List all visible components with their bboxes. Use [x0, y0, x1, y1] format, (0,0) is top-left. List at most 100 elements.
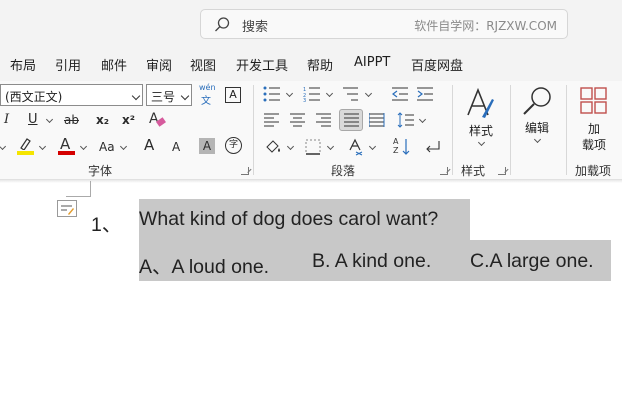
chevron-down-icon[interactable] — [285, 89, 294, 98]
grow-font-button[interactable]: A — [144, 137, 154, 153]
chevron-down-icon[interactable] — [418, 115, 427, 124]
line-spacing-icon[interactable] — [397, 112, 415, 128]
anchor-icon[interactable] — [57, 200, 77, 217]
option-a[interactable]: A、A loud one. — [139, 250, 269, 279]
anchor-connector — [90, 181, 91, 197]
chevron-down-icon — [477, 138, 486, 147]
ribbon: (西文正文) 三号 wén 文 A I U ab x₂ x² A A Aa A … — [0, 81, 622, 180]
clear-formatting-button[interactable]: A — [148, 110, 168, 130]
strikethrough-button[interactable]: ab — [64, 112, 79, 128]
tab-mailings[interactable]: 邮件 — [101, 55, 127, 74]
font-color-button[interactable]: A — [57, 135, 77, 156]
paragraph-group-label: 段落 — [331, 164, 356, 178]
underline-button[interactable]: U — [28, 112, 38, 128]
character-border-button[interactable]: A — [225, 87, 241, 103]
numbered-list-icon[interactable]: 123 — [303, 86, 321, 102]
shrink-font-button[interactable]: A — [172, 139, 180, 155]
sort-arrow-icon — [402, 139, 410, 155]
distributed-icon[interactable] — [369, 113, 385, 127]
chevron-down-icon[interactable] — [79, 142, 88, 151]
magnifier-icon — [523, 87, 551, 115]
font-color-bar — [58, 151, 75, 155]
font-size-value: 三号 — [151, 90, 176, 104]
anchor-connector — [66, 196, 91, 197]
highlighter-icon — [20, 138, 31, 150]
chevron-down-icon[interactable] — [368, 142, 377, 151]
phonetic-top: wén — [199, 83, 216, 92]
character-border-letter: A — [229, 88, 237, 101]
chevron-down-icon[interactable] — [364, 89, 373, 98]
styles-button[interactable]: 样式 — [461, 85, 501, 155]
align-right-icon[interactable] — [316, 113, 332, 127]
svg-text:3: 3 — [303, 98, 306, 102]
align-center-icon[interactable] — [290, 113, 306, 127]
font-name-value: (西文正文) — [5, 90, 63, 104]
sort-letters: AZ — [393, 137, 399, 155]
styles-dialog-launcher-icon[interactable] — [498, 167, 506, 175]
editing-button[interactable]: 编辑 — [517, 85, 557, 155]
increase-indent-icon[interactable] — [416, 86, 434, 102]
chevron-down-icon[interactable] — [45, 115, 54, 124]
styles-group-label: 样式 — [461, 164, 486, 178]
paint-bucket-icon[interactable] — [264, 138, 282, 156]
addins-button[interactable]: 加 载项 — [572, 85, 616, 155]
chevron-down-icon — [131, 91, 141, 101]
character-shading-button[interactable]: A — [199, 138, 215, 154]
question-text[interactable]: What kind of dog does carol want? — [139, 208, 438, 231]
show-paragraph-marks-icon[interactable] — [423, 139, 441, 155]
bullet-list-icon[interactable] — [263, 86, 281, 102]
borders-icon[interactable] — [305, 139, 321, 155]
tab-help[interactable]: 帮助 — [307, 55, 333, 74]
menu-bar: 布局 引用 邮件 审阅 视图 开发工具 帮助 AIPPT 百度网盘 — [0, 46, 622, 81]
tab-baidu-netdisk[interactable]: 百度网盘 — [411, 55, 463, 74]
chevron-down-icon[interactable] — [0, 142, 7, 151]
tab-review[interactable]: 审阅 — [146, 55, 172, 74]
styles-icon — [467, 87, 494, 118]
group-separator — [452, 85, 453, 175]
question-number: 1、 — [91, 214, 122, 236]
chevron-down-icon[interactable] — [38, 142, 47, 151]
italic-button[interactable]: I — [4, 112, 9, 128]
tab-view[interactable]: 视图 — [190, 55, 216, 74]
align-left-icon[interactable] — [264, 113, 280, 127]
chevron-down-icon[interactable] — [325, 89, 334, 98]
watermark-text: 软件自学网：RJZXW.COM — [414, 19, 557, 33]
anchor-pencil-icon — [61, 205, 74, 215]
paragraph-dialog-launcher-icon[interactable] — [440, 167, 448, 175]
chevron-down-icon[interactable] — [326, 142, 335, 151]
search-box[interactable]: 搜索 软件自学网：RJZXW.COM — [200, 9, 568, 39]
sort-button[interactable]: AZ — [392, 137, 414, 157]
justify-button[interactable] — [339, 109, 363, 131]
font-dialog-launcher-icon[interactable] — [241, 167, 249, 175]
tab-layout[interactable]: 布局 — [10, 55, 36, 74]
chevron-down-icon[interactable] — [286, 142, 295, 151]
font-name-dropdown[interactable]: (西文正文) — [0, 84, 143, 106]
tab-developer[interactable]: 开发工具 — [236, 55, 288, 74]
subscript-button[interactable]: x₂ — [96, 112, 109, 128]
font-group-label: 字体 — [88, 164, 113, 178]
addins-group-label: 加载项 — [575, 164, 612, 178]
option-c[interactable]: C.A large one. — [470, 250, 594, 273]
addins-button-label-line2: 载项 — [581, 138, 606, 152]
addins-button-label-line1: 加 — [587, 122, 600, 136]
highlight-color-button[interactable] — [16, 136, 36, 156]
superscript-button[interactable]: x² — [122, 112, 135, 128]
font-size-dropdown[interactable]: 三号 — [146, 84, 192, 106]
decrease-indent-icon[interactable] — [391, 86, 409, 102]
search-icon — [215, 17, 230, 32]
title-bar: 搜索 软件自学网：RJZXW.COM — [0, 0, 622, 46]
phonetic-bottom: 文 — [201, 96, 211, 107]
option-b[interactable]: B. A kind one. — [312, 250, 431, 273]
search-placeholder[interactable]: 搜索 — [242, 16, 268, 35]
change-case-button[interactable]: Aa — [99, 139, 115, 155]
tab-references[interactable]: 引用 — [55, 55, 81, 74]
addins-grid-icon — [580, 87, 607, 114]
group-separator — [510, 85, 511, 175]
chevron-down-icon[interactable] — [119, 142, 128, 151]
editing-button-label: 编辑 — [524, 121, 549, 135]
tab-aippt[interactable]: AIPPT — [354, 55, 390, 70]
phonetic-guide-button[interactable]: wén 文 — [198, 83, 218, 107]
asian-layout-icon[interactable] — [348, 138, 368, 156]
multilevel-list-icon[interactable] — [341, 86, 359, 102]
enclose-characters-button[interactable]: 字 — [225, 137, 242, 154]
